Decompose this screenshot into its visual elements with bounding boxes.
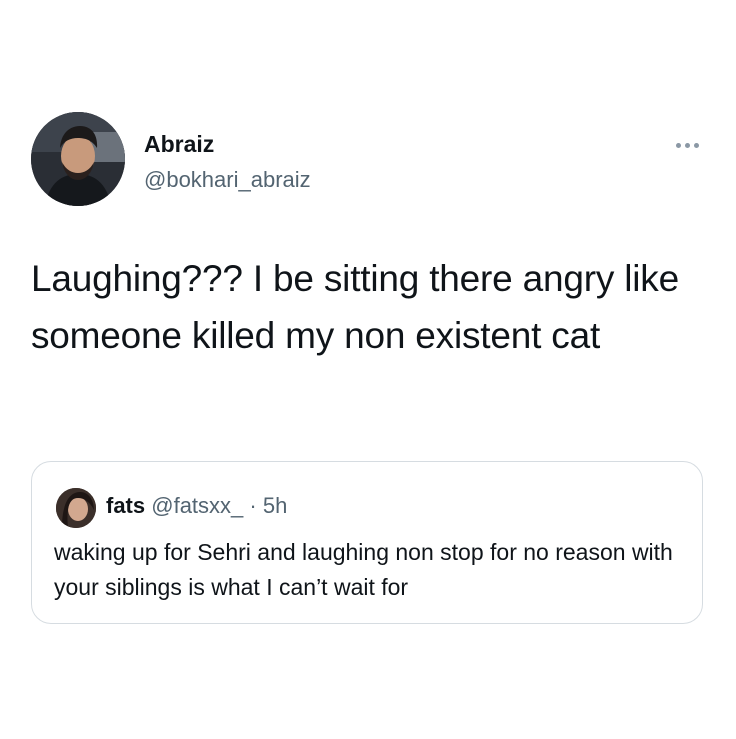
author-handle[interactable]: @bokhari_abraiz xyxy=(144,166,311,194)
quoted-author-avatar xyxy=(56,488,96,528)
more-options-button[interactable] xyxy=(666,134,708,156)
author-avatar[interactable] xyxy=(31,112,125,206)
quoted-tweet-header: fats @fatsxx_ · 5h xyxy=(106,491,287,521)
quoted-tweet-card[interactable]: fats @fatsxx_ · 5h waking up for Sehri a… xyxy=(31,461,703,624)
author-display-name[interactable]: Abraiz xyxy=(144,130,214,158)
quoted-author-handle[interactable]: @fatsxx_ xyxy=(151,493,243,518)
more-horizontal-icon xyxy=(675,142,681,148)
more-horizontal-icon xyxy=(693,142,699,148)
quoted-author-display-name[interactable]: fats xyxy=(106,493,145,518)
more-horizontal-icon xyxy=(684,142,690,148)
tweet-text: Laughing??? I be sitting there angry lik… xyxy=(31,258,679,356)
quoted-timestamp[interactable]: 5h xyxy=(263,493,287,518)
tweet: Abraiz @bokhari_abraiz Laughing??? I be … xyxy=(0,0,736,739)
quoted-separator: · xyxy=(249,493,257,518)
quoted-tweet-text: waking up for Sehri and laughing non sto… xyxy=(54,539,673,600)
